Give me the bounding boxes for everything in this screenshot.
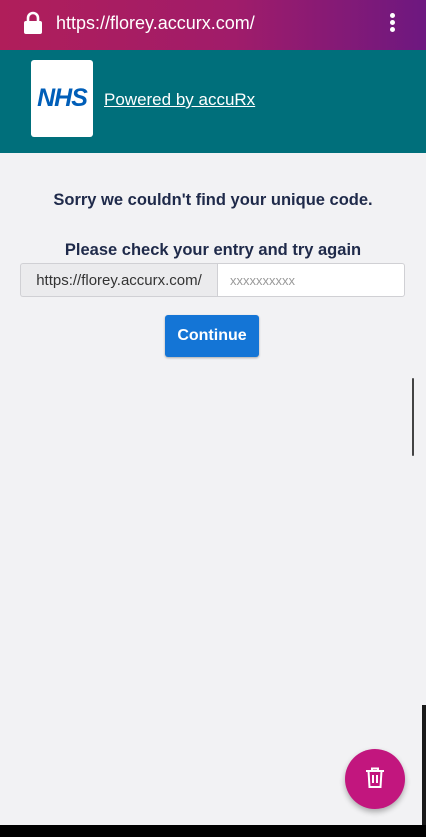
powered-by-link[interactable]: Powered by accuRx <box>104 90 255 110</box>
nhs-logo-text: NHS <box>37 84 88 112</box>
window-edge <box>422 705 426 825</box>
delete-fab-button[interactable] <box>345 749 405 809</box>
scrollbar-thumb[interactable] <box>412 378 414 456</box>
error-message: Sorry we couldn't find your unique code. <box>53 191 373 209</box>
code-input-group: https://florey.accurx.com/ <box>20 263 405 297</box>
nhs-logo: NHS <box>31 60 93 137</box>
url-prefix-addon: https://florey.accurx.com/ <box>20 263 217 297</box>
unique-code-input[interactable] <box>217 263 405 297</box>
browser-address-bar: https://florey.accurx.com/ <box>0 0 426 50</box>
address-url[interactable]: https://florey.accurx.com/ <box>56 13 255 34</box>
continue-button[interactable]: Continue <box>165 315 259 357</box>
more-options-icon[interactable] <box>384 11 400 35</box>
system-nav-bar <box>0 825 426 837</box>
trash-icon <box>366 767 384 788</box>
instruction-text: Please check your entry and try again <box>64 241 362 259</box>
lock-icon <box>24 11 42 34</box>
